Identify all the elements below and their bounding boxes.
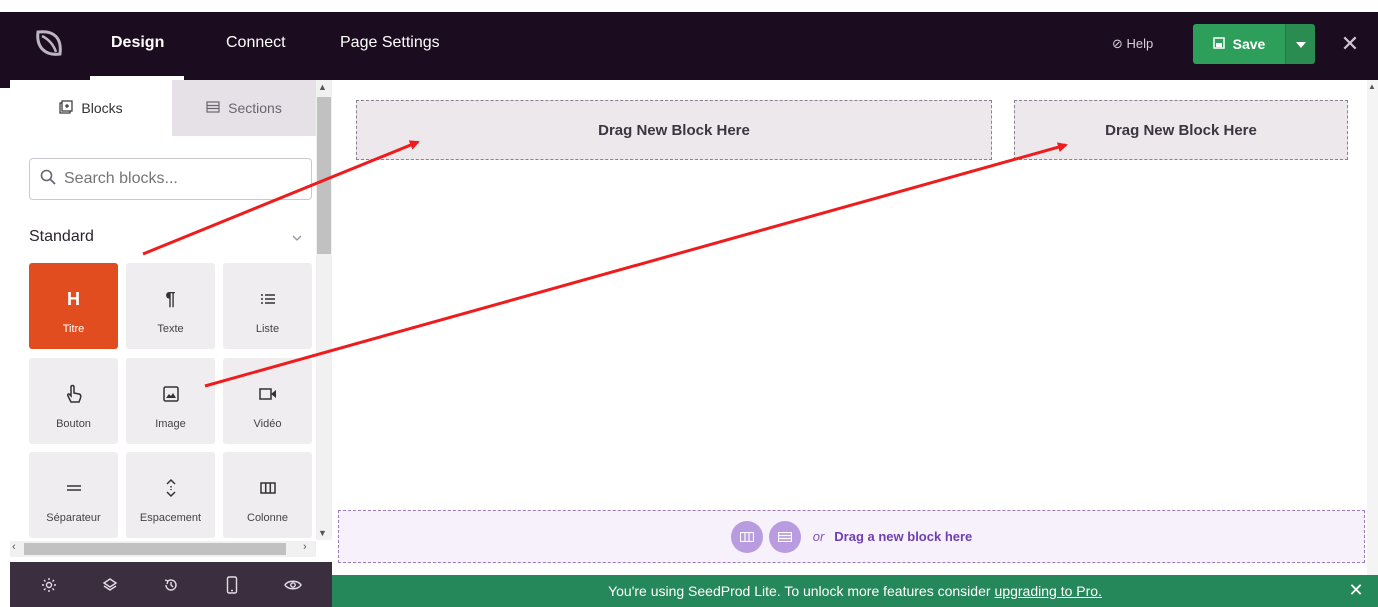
block-label: Colonne xyxy=(247,512,288,524)
settings-icon[interactable] xyxy=(37,573,61,597)
scroll-left-arrow-icon[interactable]: ‹ xyxy=(12,541,16,553)
save-disk-icon xyxy=(1212,36,1225,52)
scroll-up-arrow-icon[interactable]: ▲ xyxy=(318,82,327,92)
block-colonne[interactable]: Colonne xyxy=(223,452,312,538)
or-text: or xyxy=(812,529,825,544)
help-label: Help xyxy=(1126,36,1154,51)
lite-upgrade-notice: You're using SeedProd Lite. To unlock mo… xyxy=(332,575,1378,607)
block-video[interactable]: Vidéo xyxy=(223,358,312,444)
sidebar-hscroll-thumb[interactable] xyxy=(24,543,286,555)
scroll-down-arrow-icon[interactable]: ▼ xyxy=(318,528,327,538)
mobile-icon[interactable] xyxy=(220,573,244,597)
tab-blocks[interactable]: Blocks xyxy=(10,80,172,136)
caret-down-icon xyxy=(1295,35,1306,53)
block-titre[interactable]: H Titre xyxy=(29,263,118,349)
block-texte[interactable]: ¶ Texte xyxy=(126,263,215,349)
save-button[interactable]: Save xyxy=(1193,24,1285,64)
search-input[interactable] xyxy=(64,170,284,188)
scroll-right-arrow-icon[interactable]: › xyxy=(303,541,307,553)
block-bouton[interactable]: Bouton xyxy=(29,358,118,444)
add-columns-button[interactable] xyxy=(730,520,763,553)
notice-text: You're using SeedProd Lite. To unlock mo… xyxy=(608,583,991,599)
tab-sections[interactable]: Sections xyxy=(172,80,316,136)
sections-icon xyxy=(206,100,220,116)
upgrade-link[interactable]: upgrading to Pro. xyxy=(995,583,1102,599)
canvas-scroll-up-icon[interactable]: ▲ xyxy=(1368,82,1376,91)
top-white-strip xyxy=(0,0,1378,12)
block-label: Texte xyxy=(157,323,184,335)
spacer-icon xyxy=(165,476,177,500)
pointer-icon xyxy=(65,382,83,406)
help-link[interactable]: ⊘ Help xyxy=(1112,36,1153,52)
category-title[interactable]: Standard xyxy=(29,228,94,246)
block-label: Bouton xyxy=(56,418,91,430)
block-label: Liste xyxy=(255,323,280,335)
help-circle-icon: ⊘ xyxy=(1112,36,1123,51)
canvas-top-strip xyxy=(332,80,1378,92)
preview-eye-icon[interactable] xyxy=(281,573,305,597)
seedprod-logo-icon[interactable] xyxy=(28,24,68,64)
columns-icon xyxy=(739,531,754,542)
close-icon[interactable]: ✕ xyxy=(1346,580,1366,600)
list-icon xyxy=(260,287,276,311)
search-field[interactable] xyxy=(29,158,312,200)
search-icon xyxy=(40,169,56,190)
block-label: Séparateur xyxy=(46,512,101,524)
video-icon xyxy=(258,382,277,406)
block-label: Espacement xyxy=(139,512,202,524)
sidebar-bottom-toolbar xyxy=(10,562,332,607)
block-label: Image xyxy=(155,418,186,430)
block-espacement[interactable]: Espacement xyxy=(126,452,215,538)
new-section-drop-zone[interactable]: or Drag a new block here xyxy=(338,510,1365,563)
drop-zone-right[interactable]: Drag New Block Here xyxy=(1014,100,1348,160)
divider-icon xyxy=(66,476,82,500)
block-separateur[interactable]: Séparateur xyxy=(29,452,118,538)
save-label: Save xyxy=(1232,36,1266,52)
tab-blocks-label: Blocks xyxy=(81,100,123,116)
canvas-vertical-scrollbar[interactable] xyxy=(1367,80,1378,575)
block-image[interactable]: Image xyxy=(126,358,215,444)
block-liste[interactable]: Liste xyxy=(223,263,312,349)
add-section-button[interactable] xyxy=(768,520,801,553)
history-icon[interactable] xyxy=(159,573,183,597)
drag-new-block-link[interactable]: Drag a new block here xyxy=(834,529,972,544)
save-dropdown-button[interactable] xyxy=(1285,24,1315,64)
tab-design[interactable]: Design xyxy=(111,34,164,54)
tab-sections-label: Sections xyxy=(228,100,282,116)
columns-icon xyxy=(259,476,276,500)
heading-icon: H xyxy=(67,288,80,309)
sidebar-scroll-thumb[interactable] xyxy=(317,97,331,254)
paragraph-icon: ¶ xyxy=(165,288,176,309)
block-label: Titre xyxy=(62,323,85,335)
close-icon[interactable]: ✕ xyxy=(1338,32,1362,56)
drop-zone-left[interactable]: Drag New Block Here xyxy=(356,100,992,160)
arrow-image-to-drop-zone xyxy=(204,142,1068,388)
tab-page-settings[interactable]: Page Settings xyxy=(340,34,440,54)
blocks-icon xyxy=(59,99,73,117)
sections-icon xyxy=(777,531,792,542)
block-label: Vidéo xyxy=(253,418,282,430)
top-bar xyxy=(0,0,1378,88)
image-icon xyxy=(162,382,179,406)
layers-icon[interactable] xyxy=(98,573,122,597)
chevron-down-icon[interactable] xyxy=(292,230,302,244)
tab-connect[interactable]: Connect xyxy=(226,34,286,54)
